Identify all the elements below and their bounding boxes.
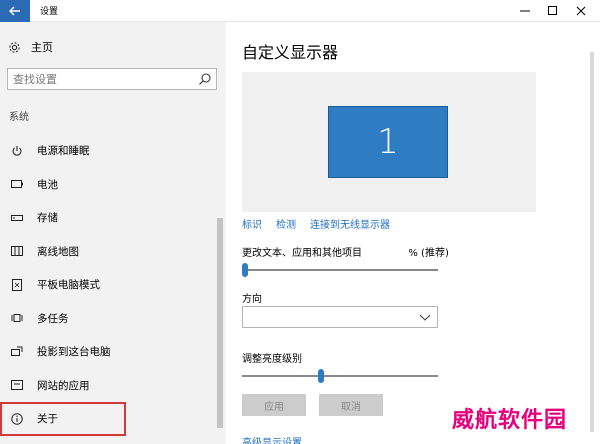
main-scrollbar-thumb[interactable]	[590, 52, 594, 432]
cancel-button[interactable]: 取消	[319, 394, 383, 416]
back-arrow-icon	[9, 6, 20, 16]
detect-link[interactable]: 检测	[276, 216, 296, 231]
sidebar-item-projecting[interactable]: 投影到这台电脑	[0, 335, 218, 369]
gear-icon	[9, 41, 20, 53]
info-icon	[10, 412, 24, 426]
sidebar-item-label: 投影到这台电脑	[37, 346, 111, 359]
monitor-1[interactable]: 1	[328, 106, 448, 178]
section-label: 系统	[9, 112, 29, 123]
close-button[interactable]	[566, 0, 596, 22]
page-title: 自定义显示器	[242, 43, 339, 62]
brightness-label: 调整亮度级别	[242, 354, 302, 365]
title-bar: 设置	[0, 0, 600, 22]
sidebar-item-storage[interactable]: 存储	[0, 201, 218, 235]
identify-link[interactable]: 标识	[242, 216, 262, 231]
sidebar-item-label: 多任务	[37, 312, 69, 325]
scale-label-text: 更改文本、应用和其他项目	[242, 248, 362, 259]
sidebar-item-apps-for-websites[interactable]: 网站的应用	[0, 369, 218, 403]
sidebar: 主页 系统 电源和睡眠 电池 存储	[0, 22, 226, 444]
sidebar-item-offline-maps[interactable]: 离线地图	[0, 235, 218, 269]
sidebar-item-label: 关于	[37, 413, 58, 426]
sidebar-item-label: 网站的应用	[37, 379, 90, 392]
sidebar-item-label: 电源和睡眠	[37, 145, 90, 158]
battery-icon	[10, 177, 24, 191]
home-label: 主页	[31, 41, 53, 54]
sidebar-item-power-sleep[interactable]: 电源和睡眠	[0, 134, 218, 168]
power-icon	[10, 144, 24, 158]
chevron-down-icon	[419, 314, 431, 321]
monitor-links: 标识 检测 连接到无线显示器	[242, 216, 390, 231]
minimize-button[interactable]	[510, 0, 540, 22]
sidebar-item-tablet-mode[interactable]: 平板电脑模式	[0, 268, 218, 302]
minimize-icon	[520, 10, 530, 12]
brightness-slider-knob[interactable]	[318, 369, 324, 383]
multitask-icon	[10, 311, 24, 325]
orientation-label: 方向	[242, 294, 262, 305]
sidebar-item-label: 离线地图	[37, 245, 79, 258]
sidebar-item-about[interactable]: 关于	[0, 402, 126, 436]
brightness-slider-track	[242, 375, 438, 377]
scale-slider-track	[242, 269, 438, 271]
advanced-display-settings-link[interactable]: 高级显示设置	[242, 434, 302, 444]
scale-slider-knob[interactable]	[242, 263, 248, 277]
storage-icon	[10, 211, 24, 225]
maximize-button[interactable]	[538, 0, 568, 22]
projection-icon	[10, 345, 24, 359]
orientation-dropdown[interactable]	[242, 306, 438, 328]
scale-label-suffix: % (推荐)	[408, 248, 449, 259]
web-apps-icon	[10, 378, 24, 392]
monitor-number: 1	[377, 122, 399, 162]
back-button[interactable]	[0, 0, 30, 22]
sidebar-item-label: 存储	[37, 212, 58, 225]
sidebar-item-multitasking[interactable]: 多任务	[0, 302, 218, 336]
map-icon	[10, 244, 24, 258]
home-link[interactable]: 主页	[8, 38, 53, 56]
nav-list: 电源和睡眠 电池 存储 离线地图 平板电脑模式 多任务 投影到这台电脑 网站的应…	[0, 134, 218, 436]
sidebar-scrollbar[interactable]	[216, 128, 224, 444]
tablet-icon	[10, 278, 24, 292]
sidebar-item-battery[interactable]: 电池	[0, 168, 218, 202]
brightness-slider[interactable]	[242, 369, 438, 383]
sidebar-item-label: 平板电脑模式	[37, 279, 100, 292]
scale-label: 更改文本、应用和其他项目 % (推荐)	[242, 244, 449, 259]
maximize-icon	[548, 6, 557, 15]
sidebar-scrollbar-thumb[interactable]	[217, 218, 223, 428]
window-title: 设置	[40, 7, 59, 17]
close-icon	[576, 6, 586, 16]
search-input[interactable]	[13, 71, 193, 87]
monitor-arrangement: 1	[242, 72, 536, 212]
search-box[interactable]	[7, 68, 217, 90]
connect-wireless-link[interactable]: 连接到无线显示器	[310, 216, 390, 231]
watermark: 威航软件园	[452, 408, 568, 433]
main-scrollbar[interactable]	[588, 22, 596, 444]
main-content: 自定义显示器 1 标识 检测 连接到无线显示器 更改文本、应用和其他项目 % (…	[226, 22, 600, 444]
search-icon[interactable]	[198, 72, 212, 86]
sidebar-item-label: 电池	[37, 178, 58, 191]
scale-slider[interactable]	[242, 263, 438, 277]
apply-button[interactable]: 应用	[242, 394, 306, 416]
